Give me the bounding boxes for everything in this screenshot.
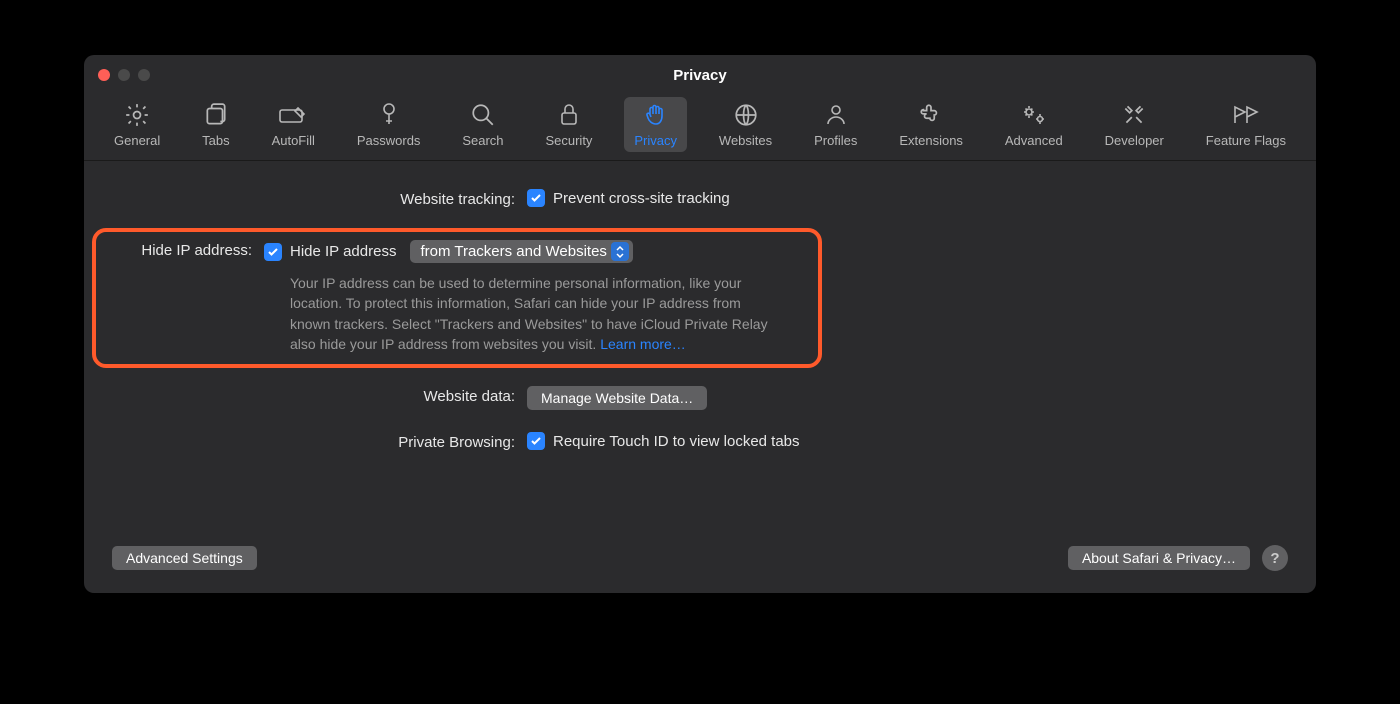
content-area: Website tracking: Prevent cross-site tra… — [84, 161, 1316, 451]
manage-website-data-button[interactable]: Manage Website Data… — [527, 386, 707, 410]
tab-label: Websites — [719, 133, 772, 148]
tab-label: Security — [545, 133, 592, 148]
lock-icon — [558, 101, 580, 129]
select-value: from Trackers and Websites — [420, 243, 606, 260]
tab-label: Profiles — [814, 133, 857, 148]
hide-ip-checkbox[interactable] — [264, 243, 282, 261]
tools-icon — [1121, 101, 1147, 129]
tab-label: Developer — [1105, 133, 1164, 148]
key-icon — [378, 101, 400, 129]
hide-ip-description: Your IP address can be used to determine… — [264, 273, 784, 354]
search-icon — [470, 101, 496, 129]
tab-general[interactable]: General — [104, 97, 170, 152]
prevent-cross-site-checkbox[interactable] — [527, 189, 545, 207]
tabs-icon — [203, 101, 229, 129]
tab-profiles[interactable]: Profiles — [804, 97, 867, 152]
require-touchid-checkbox[interactable] — [527, 432, 545, 450]
tab-label: Search — [462, 133, 503, 148]
help-button[interactable]: ? — [1262, 545, 1288, 571]
tab-security[interactable]: Security — [535, 97, 602, 152]
tab-label: Privacy — [634, 133, 677, 148]
prevent-cross-site-label: Prevent cross-site tracking — [553, 190, 730, 207]
tab-label: Feature Flags — [1206, 133, 1286, 148]
person-icon — [824, 101, 848, 129]
tab-label: Passwords — [357, 133, 421, 148]
globe-icon — [733, 101, 759, 129]
gears-icon — [1020, 101, 1048, 129]
tab-developer[interactable]: Developer — [1095, 97, 1174, 152]
tab-privacy[interactable]: Privacy — [624, 97, 687, 152]
titlebar: Privacy — [84, 55, 1316, 95]
hide-ip-checkbox-label: Hide IP address — [290, 243, 396, 260]
traffic-lights — [98, 69, 150, 81]
footer: Advanced Settings About Safari & Privacy… — [112, 545, 1288, 571]
require-touchid-label: Require Touch ID to view locked tabs — [553, 433, 800, 450]
zoom-window-button[interactable] — [138, 69, 150, 81]
minimize-window-button[interactable] — [118, 69, 130, 81]
puzzle-icon — [918, 101, 944, 129]
hide-ip-label: Hide IP address: — [104, 240, 264, 259]
tab-feature-flags[interactable]: Feature Flags — [1196, 97, 1296, 152]
tab-label: Extensions — [899, 133, 963, 148]
window-title: Privacy — [84, 67, 1316, 84]
tab-websites[interactable]: Websites — [709, 97, 782, 152]
hide-ip-from-select[interactable]: from Trackers and Websites — [410, 240, 632, 263]
chevron-updown-icon — [611, 242, 629, 261]
tab-tabs[interactable]: Tabs — [192, 97, 239, 152]
hide-ip-section-highlight: Hide IP address: Hide IP address from Tr… — [92, 228, 822, 368]
private-browsing-label: Private Browsing: — [112, 432, 527, 451]
close-window-button[interactable] — [98, 69, 110, 81]
preferences-window: Privacy General Tabs AutoFill Passwords … — [84, 55, 1316, 593]
tab-passwords[interactable]: Passwords — [347, 97, 431, 152]
learn-more-link[interactable]: Learn more… — [600, 336, 686, 352]
tab-extensions[interactable]: Extensions — [889, 97, 973, 152]
website-data-label: Website data: — [112, 386, 527, 405]
tab-search[interactable]: Search — [452, 97, 513, 152]
toolbar: General Tabs AutoFill Passwords Search S… — [84, 95, 1316, 161]
about-safari-privacy-button[interactable]: About Safari & Privacy… — [1068, 546, 1250, 570]
gear-icon — [124, 101, 150, 129]
website-tracking-label: Website tracking: — [112, 189, 527, 208]
advanced-settings-button[interactable]: Advanced Settings — [112, 546, 257, 570]
tab-label: Advanced — [1005, 133, 1063, 148]
flags-icon — [1231, 101, 1261, 129]
hand-icon — [644, 101, 668, 129]
tab-label: General — [114, 133, 160, 148]
tab-advanced[interactable]: Advanced — [995, 97, 1073, 152]
pencil-icon — [278, 101, 308, 129]
tab-autofill[interactable]: AutoFill — [262, 97, 325, 152]
tab-label: Tabs — [202, 133, 229, 148]
tab-label: AutoFill — [272, 133, 315, 148]
